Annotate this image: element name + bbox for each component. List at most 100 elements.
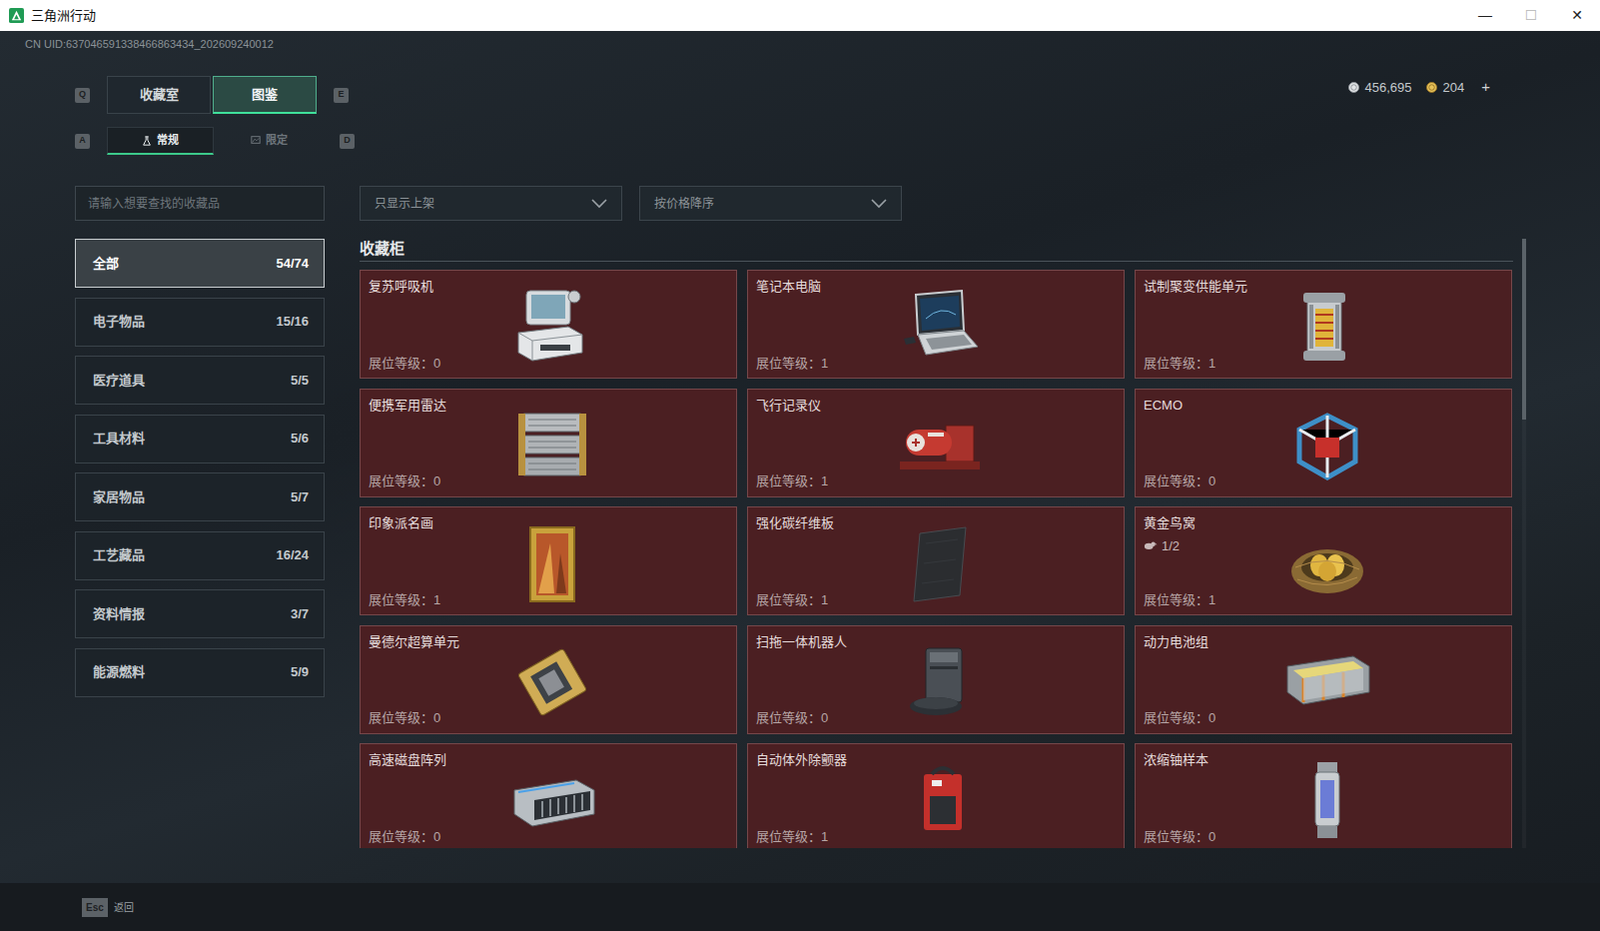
booth-level-value: 1 — [1208, 355, 1216, 371]
category-item[interactable]: 家居物品5/7 — [74, 472, 325, 522]
booth-level: 展位等级：1 — [756, 471, 828, 492]
count-text: 1/2 — [1161, 536, 1180, 557]
card-head: 黄金鸟窝1/2 — [1143, 513, 1196, 556]
close-button[interactable]: ✕ — [1554, 0, 1600, 31]
cabinet-area: 收藏柜复苏呼吸机展位等级：0笔记本电脑展位等级：1试制聚变供能单元展位等级：1便… — [359, 220, 1514, 848]
item-name: 强化碳纤维板 — [756, 513, 834, 534]
booth-level-label: 展位等级： — [1143, 592, 1209, 608]
search-field[interactable] — [74, 185, 325, 221]
card-head: 强化碳纤维板 — [756, 513, 834, 534]
title-bar: 三角洲行动 — ☐ ✕ — [0, 0, 1600, 31]
category-count: 54/74 — [275, 253, 309, 274]
filter-dropdown[interactable]: 只显示上架 — [359, 185, 623, 221]
bird-icon — [1143, 540, 1158, 551]
tab-label: 图鉴 — [251, 84, 278, 105]
booth-level-value: 0 — [433, 355, 441, 371]
collection-card[interactable]: 强化碳纤维板展位等级：1 — [747, 506, 1125, 616]
collection-card[interactable]: ECMO展位等级：0 — [1134, 388, 1513, 498]
filter-label: 按价格降序 — [654, 194, 715, 213]
category-panel: 全部 54/74 电子物品15/16 医疗道具 5/5 工具材料5/6 家居物品5/7 工艺藏… — [74, 185, 325, 848]
esc-key[interactable]: Esc — [81, 897, 108, 917]
tab-label: 收藏室 — [139, 84, 179, 105]
collection-card[interactable]: 浓缩铀样本展位等级：0 — [1134, 743, 1513, 848]
gold-coin-icon — [1426, 81, 1438, 93]
plate-icon — [885, 523, 986, 604]
booth-level-label: 展位等级： — [1143, 355, 1209, 371]
chevron-down-icon — [870, 198, 887, 209]
card-head: 动力电池组 — [1143, 632, 1209, 653]
scrollbar-thumb[interactable] — [1522, 238, 1527, 420]
booth-level: 展位等级：0 — [368, 471, 441, 492]
category-label: 医疗道具 — [92, 370, 145, 391]
collection-card[interactable]: 便携军用雷达展位等级：0 — [359, 388, 738, 498]
booth-level-value: 1 — [820, 592, 828, 608]
item-name: 动力电池组 — [1143, 632, 1209, 653]
main-area: CN UID:637046591338466863434_20260924001… — [0, 30, 1600, 883]
chevron-down-icon — [591, 198, 608, 209]
collection-card[interactable]: 曼德尔超算单元展位等级：0 — [359, 625, 738, 735]
category-item[interactable]: 工艺藏品16/24 — [74, 531, 325, 581]
add-currency-button[interactable]: + — [1481, 75, 1491, 99]
category-item[interactable]: 医疗道具 5/5 — [74, 355, 325, 405]
subtab[interactable]: 常规 — [106, 126, 214, 155]
category-count: 5/9 — [290, 662, 309, 683]
control-glyph: ☐ — [1525, 4, 1539, 26]
control-glyph: ✕ — [1571, 4, 1584, 26]
control-glyph: — — [1478, 4, 1493, 26]
category-item[interactable]: 全部 54/74 — [74, 238, 325, 288]
booth-level-label: 展位等级： — [1143, 828, 1209, 844]
subtab[interactable]: 限定 — [215, 126, 323, 155]
window-title: 三角洲行动 — [30, 5, 96, 26]
collection-card[interactable]: 复苏呼吸机展位等级：0 — [359, 269, 738, 379]
content-row: 全部 54/74 电子物品15/16 医疗道具 5/5 工具材料5/6 家居物品5/7 工艺藏… — [0, 185, 1600, 848]
chip-icon — [498, 642, 599, 723]
collection-card[interactable]: 试制聚变供能单元展位等级：1 — [1134, 269, 1513, 379]
booth-level-label: 展位等级： — [1143, 710, 1209, 726]
card-head: 曼德尔超算单元 — [368, 632, 460, 653]
item-name: 曼德尔超算单元 — [368, 632, 460, 653]
booth-level: 展位等级：1 — [756, 353, 828, 374]
booth-level: 展位等级：0 — [1143, 708, 1216, 729]
collection-card[interactable]: 飞行记录仪展位等级：1 — [747, 388, 1125, 498]
item-count: 1/2 — [1143, 536, 1196, 557]
item-name: 扫拖一体机器人 — [756, 632, 847, 653]
battery-icon — [1273, 642, 1374, 723]
filter-dropdown[interactable]: 按价格降序 — [639, 185, 902, 221]
collection-card[interactable]: 高速磁盘阵列展位等级：0 — [359, 743, 738, 848]
picture-icon — [250, 133, 261, 146]
booth-level-label: 展位等级： — [368, 473, 434, 489]
collection-card[interactable]: 自动体外除颤器展位等级：1 — [747, 743, 1125, 848]
tab[interactable]: 收藏室 — [106, 75, 211, 114]
category-item[interactable]: 电子物品15/16 — [74, 297, 325, 347]
collection-card[interactable]: 动力电池组展位等级：0 — [1134, 625, 1513, 735]
collection-card[interactable]: 笔记本电脑展位等级：1 — [747, 269, 1125, 379]
booth-level: 展位等级：1 — [756, 590, 828, 611]
category-item[interactable]: 工具材料5/6 — [74, 414, 325, 464]
item-name: 笔记本电脑 — [756, 276, 821, 297]
minimize-button[interactable]: — — [1462, 0, 1509, 31]
robot-icon — [885, 642, 986, 723]
category-count: 5/5 — [290, 370, 309, 391]
category-item[interactable]: 资料情报3/7 — [74, 589, 325, 639]
booth-level-label: 展位等级： — [756, 828, 821, 844]
booth-level-label: 展位等级： — [1143, 473, 1209, 489]
category-label: 家居物品 — [92, 487, 145, 508]
card-head: ECMO — [1143, 395, 1183, 416]
tab[interactable]: 图鉴 — [212, 75, 317, 114]
collection-card[interactable]: 扫拖一体机器人展位等级：0 — [747, 625, 1125, 735]
silver-coin-icon — [1348, 81, 1360, 93]
card-head: 印象派名画 — [368, 513, 434, 534]
back-label[interactable]: 返回 — [113, 899, 134, 915]
game-logo-icon — [8, 7, 24, 23]
category-label: 全部 — [92, 253, 119, 274]
laptop-icon — [885, 286, 986, 367]
card-head: 扫拖一体机器人 — [756, 632, 847, 653]
collection-card[interactable]: 印象派名画展位等级：1 — [359, 506, 738, 616]
booth-level-label: 展位等级： — [756, 592, 821, 608]
disk-icon — [498, 760, 599, 840]
category-label: 资料情报 — [92, 604, 145, 625]
filter-label: 只显示上架 — [374, 194, 435, 213]
collection-card[interactable]: 黄金鸟窝1/2展位等级：1 — [1134, 506, 1513, 616]
category-item[interactable]: 能源燃料5/9 — [74, 648, 325, 698]
booth-level-label: 展位等级： — [368, 710, 434, 726]
